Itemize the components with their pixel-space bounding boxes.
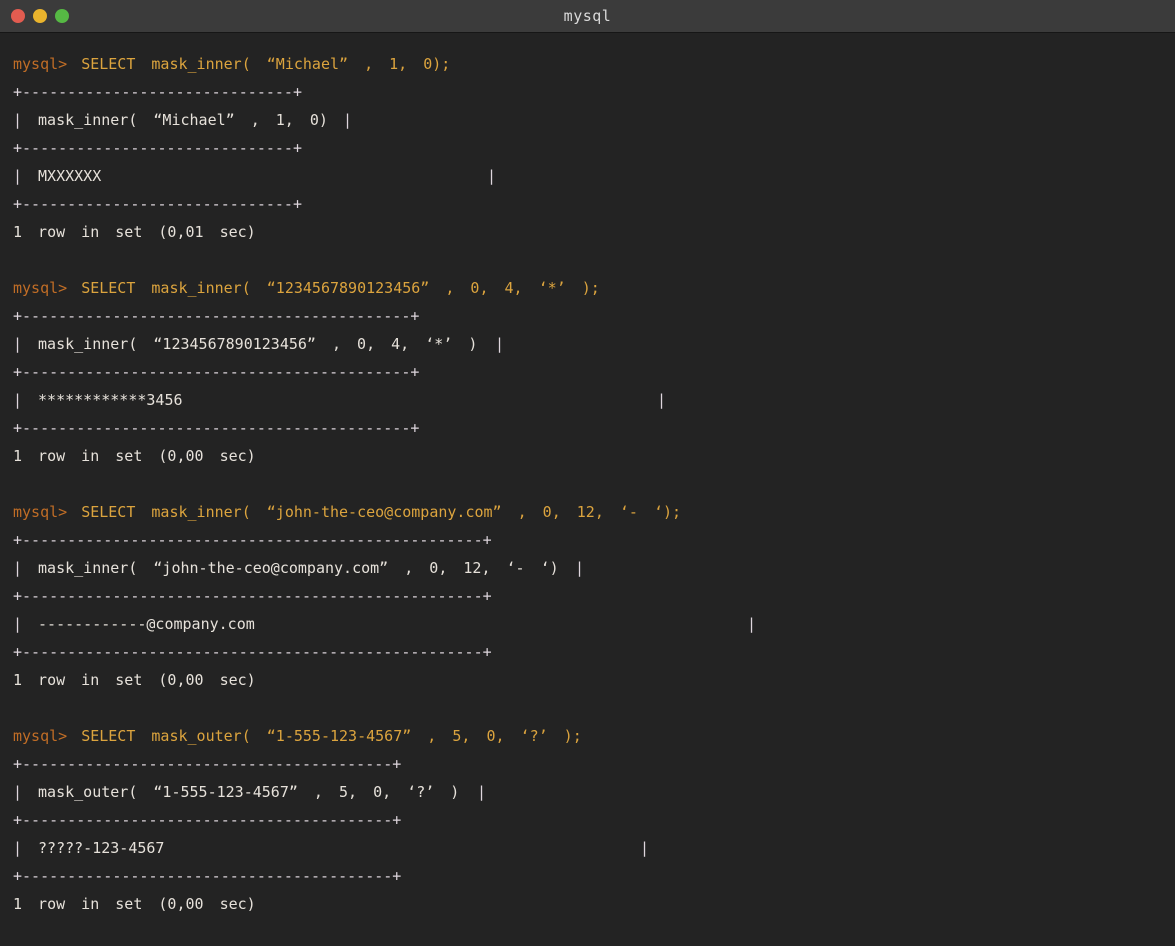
column-header: mask_inner( “1234567890123456” , 0, 4, ‘… bbox=[38, 335, 477, 353]
table-border: +---------------------------------------… bbox=[13, 414, 1162, 442]
table-border: +------------------------------+ bbox=[13, 190, 1162, 218]
title-bar[interactable]: mysql bbox=[0, 0, 1175, 33]
table-border: +---------------------------------------… bbox=[13, 526, 1162, 554]
table-value-row: | ------------@company.com | bbox=[13, 610, 1162, 638]
query-block-1: mysql> SELECT mask_inner( “Michael” , 1, … bbox=[13, 50, 1162, 246]
table-value-row: | ?????-123-4567 | bbox=[13, 834, 1162, 862]
table-pipe: | bbox=[13, 111, 22, 129]
close-button[interactable] bbox=[11, 9, 25, 23]
result-value: ?????-123-4567 bbox=[38, 839, 164, 857]
query-block-4: mysql> SELECT mask_outer( “1-555-123-4567… bbox=[13, 722, 1162, 918]
mysql-prompt: mysql> bbox=[13, 503, 67, 521]
status-line: 1 row in set (0,00 sec) bbox=[13, 890, 1162, 918]
result-value: MXXXXXX bbox=[38, 167, 101, 185]
minimize-button[interactable] bbox=[33, 9, 47, 23]
table-header-row: | mask_inner( “john-the-ceo@company.com” … bbox=[13, 554, 1162, 582]
table-border: +---------------------------------------… bbox=[13, 358, 1162, 386]
table-pipe: | bbox=[13, 559, 22, 577]
sql-command: SELECT mask_inner( “1234567890123456” , … bbox=[81, 279, 600, 297]
table-border: +---------------------------------------… bbox=[13, 750, 1162, 778]
table-pipe: | bbox=[640, 834, 649, 862]
table-header-row: | mask_inner( “1234567890123456” , 0, 4, … bbox=[13, 330, 1162, 358]
table-pipe: | bbox=[13, 167, 22, 185]
table-pipe: | bbox=[747, 610, 756, 638]
mysql-prompt: mysql> bbox=[13, 727, 67, 745]
sql-command: SELECT mask_inner( “Michael” , 1, 0); bbox=[81, 55, 450, 73]
query-block-2: mysql> SELECT mask_inner( “12345678901234… bbox=[13, 274, 1162, 470]
table-pipe: | bbox=[13, 615, 22, 633]
table-border: +---------------------------------------… bbox=[13, 862, 1162, 890]
table-pipe: | bbox=[575, 554, 584, 582]
terminal-content[interactable]: mysql> SELECT mask_inner( “Michael” , 1, … bbox=[0, 33, 1175, 946]
table-header-row: | mask_outer( “1-555-123-4567” , 5, 0, ‘?… bbox=[13, 778, 1162, 806]
table-pipe: | bbox=[13, 839, 22, 857]
table-border: +---------------------------------------… bbox=[13, 302, 1162, 330]
table-border: +------------------------------+ bbox=[13, 134, 1162, 162]
column-header: mask_inner( “Michael” , 1, 0) bbox=[38, 111, 328, 129]
table-pipe: | bbox=[477, 778, 486, 806]
status-line: 1 row in set (0,01 sec) bbox=[13, 218, 1162, 246]
table-pipe: | bbox=[495, 330, 504, 358]
terminal-window: mysql mysql> SELECT mask_inner( “Michael”… bbox=[0, 0, 1175, 926]
command-line: mysql> SELECT mask_inner( “Michael” , 1, … bbox=[13, 50, 1162, 78]
traffic-lights bbox=[11, 0, 69, 32]
table-pipe: | bbox=[657, 386, 666, 414]
table-pipe: | bbox=[343, 106, 352, 134]
command-line: mysql> SELECT mask_inner( “12345678901234… bbox=[13, 274, 1162, 302]
command-line: mysql> SELECT mask_outer( “1-555-123-4567… bbox=[13, 722, 1162, 750]
mysql-prompt: mysql> bbox=[13, 55, 67, 73]
window-title: mysql bbox=[564, 7, 612, 25]
table-border: +---------------------------------------… bbox=[13, 638, 1162, 666]
table-pipe: | bbox=[487, 162, 496, 190]
table-pipe: | bbox=[13, 391, 22, 409]
table-border: +---------------------------------------… bbox=[13, 582, 1162, 610]
table-value-row: | ************3456 | bbox=[13, 386, 1162, 414]
sql-command: SELECT mask_outer( “1-555-123-4567” , 5,… bbox=[81, 727, 582, 745]
query-block-3: mysql> SELECT mask_inner( “john-the-ceo@c… bbox=[13, 498, 1162, 694]
sql-command: SELECT mask_inner( “john-the-ceo@company… bbox=[81, 503, 681, 521]
table-pipe: | bbox=[13, 335, 22, 353]
status-line: 1 row in set (0,00 sec) bbox=[13, 666, 1162, 694]
table-header-row: | mask_inner( “Michael” , 1, 0) | bbox=[13, 106, 1162, 134]
maximize-button[interactable] bbox=[55, 9, 69, 23]
table-border: +---------------------------------------… bbox=[13, 806, 1162, 834]
result-value: ------------@company.com bbox=[38, 615, 255, 633]
command-line: mysql> SELECT mask_inner( “john-the-ceo@c… bbox=[13, 498, 1162, 526]
mysql-prompt: mysql> bbox=[13, 279, 67, 297]
column-header: mask_outer( “1-555-123-4567” , 5, 0, ‘?’… bbox=[38, 783, 459, 801]
result-value: ************3456 bbox=[38, 391, 183, 409]
table-value-row: | MXXXXXX | bbox=[13, 162, 1162, 190]
table-border: +------------------------------+ bbox=[13, 78, 1162, 106]
status-line: 1 row in set (0,00 sec) bbox=[13, 442, 1162, 470]
column-header: mask_inner( “john-the-ceo@company.com” ,… bbox=[38, 559, 559, 577]
table-pipe: | bbox=[13, 783, 22, 801]
